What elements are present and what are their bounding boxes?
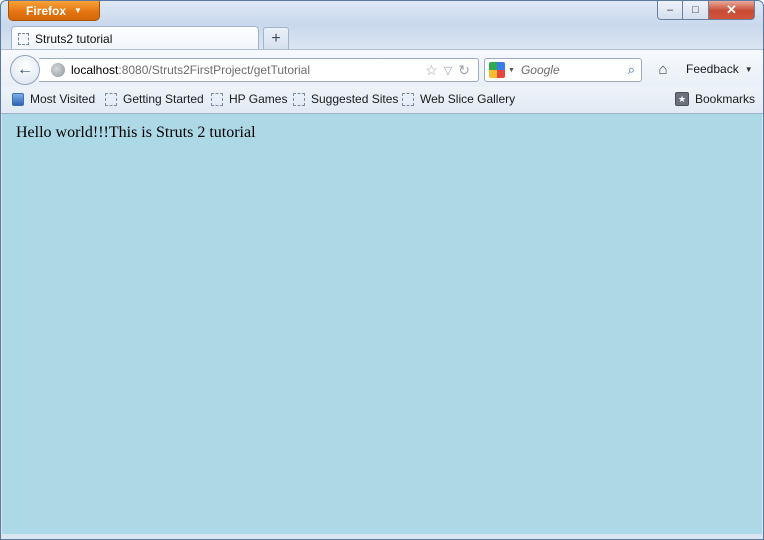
window-controls: – □ ✕ — [657, 1, 755, 21]
bookmark-star-icon[interactable]: ☆ — [425, 62, 438, 79]
page-content: Hello world!!!This is Struts 2 tutorial — [2, 114, 762, 534]
back-button[interactable]: ← — [10, 55, 40, 85]
bookmark-label: Suggested Sites — [311, 92, 399, 106]
page-icon — [402, 92, 414, 106]
tab-title: Struts2 tutorial — [35, 31, 113, 46]
page-favicon-icon — [18, 32, 29, 45]
bookmarks-toolbar: Most Visited Getting Started HP Games Su… — [1, 87, 763, 114]
title-bar: Firefox ▼ – □ ✕ — [1, 1, 763, 25]
feedback-button[interactable]: Feedback ▼ — [686, 62, 753, 76]
feedback-label: Feedback — [686, 62, 739, 76]
site-identity-globe-icon[interactable] — [51, 63, 65, 77]
bookmark-most-visited[interactable]: Most Visited — [12, 92, 95, 106]
url-bar[interactable]: localhost:8080/Struts2FirstProject/getTu… — [39, 58, 479, 82]
close-button[interactable]: ✕ — [709, 1, 755, 20]
chevron-down-icon[interactable]: ▼ — [508, 67, 515, 74]
tab-strip: Struts2 tutorial + — [1, 25, 763, 50]
home-button[interactable]: ⌂ — [654, 60, 672, 78]
reload-icon[interactable]: ↻ — [458, 62, 470, 79]
bookmarks-menu-label: Bookmarks — [695, 92, 756, 106]
bookmark-suggested-sites[interactable]: Suggested Sites — [293, 92, 398, 106]
maximize-button[interactable]: □ — [683, 1, 709, 20]
bookmark-getting-started[interactable]: Getting Started — [105, 92, 204, 106]
page-message: Hello world!!!This is Struts 2 tutorial — [16, 124, 256, 141]
page-icon — [211, 92, 223, 106]
page-icon — [105, 92, 117, 106]
url-path: :8080/Struts2FirstProject/getTutorial — [118, 63, 311, 77]
new-tab-button[interactable]: + — [263, 27, 289, 49]
bookmark-label: HP Games — [229, 92, 288, 106]
chevron-down-icon: ▼ — [74, 6, 82, 15]
url-bar-icons: ☆ ▽ ↻ — [425, 62, 478, 79]
navigation-toolbar: localhost:8080/Struts2FirstProject/getTu… — [1, 49, 763, 88]
google-engine-icon[interactable] — [489, 62, 505, 78]
history-dropdown-icon[interactable]: ▽ — [444, 64, 452, 77]
bookmarks-star-icon: ★ — [675, 92, 689, 106]
bookmark-hp-games[interactable]: HP Games — [211, 92, 287, 106]
chevron-down-icon: ▼ — [744, 64, 753, 74]
search-icon[interactable]: ⌕ — [628, 62, 635, 78]
bookmark-label: Most Visited — [30, 92, 96, 106]
tab-struts2-tutorial[interactable]: Struts2 tutorial — [11, 26, 259, 50]
bookmarks-menu-button[interactable]: ★ Bookmarks — [675, 92, 755, 106]
bookmark-web-slice-gallery[interactable]: Web Slice Gallery — [402, 92, 515, 106]
bookmark-label: Getting Started — [123, 92, 204, 106]
search-input[interactable] — [520, 63, 617, 77]
url-host: localhost — [71, 63, 119, 77]
firefox-menu-label: Firefox — [26, 3, 67, 18]
firefox-menu-button[interactable]: Firefox ▼ — [8, 1, 100, 21]
back-arrow-icon: ← — [17, 61, 33, 78]
page-icon — [293, 92, 305, 106]
most-visited-icon — [12, 92, 24, 106]
bookmark-label: Web Slice Gallery — [420, 92, 516, 106]
search-bar[interactable]: ▼ ⌕ — [484, 58, 642, 82]
minimize-button[interactable]: – — [657, 1, 683, 20]
home-icon: ⌂ — [658, 60, 668, 78]
browser-window: Firefox ▼ – □ ✕ Struts2 tutorial + local… — [0, 0, 764, 540]
